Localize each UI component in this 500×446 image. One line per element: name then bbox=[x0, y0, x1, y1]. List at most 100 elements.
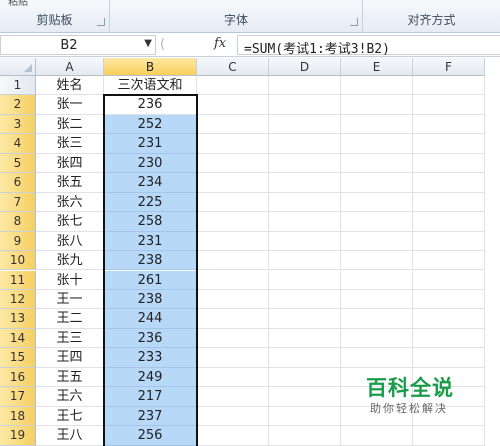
cell-f12[interactable] bbox=[413, 289, 485, 310]
cell-e12[interactable] bbox=[341, 289, 413, 310]
cell-b16[interactable]: 249 bbox=[104, 367, 197, 388]
dialog-launcher-icon[interactable] bbox=[97, 18, 105, 26]
cell-b15[interactable]: 233 bbox=[104, 348, 197, 368]
cell-b19[interactable]: 256 bbox=[104, 426, 197, 446]
row-header[interactable]: 11 bbox=[0, 270, 36, 290]
cell-f11[interactable] bbox=[413, 270, 485, 290]
cell-e10[interactable] bbox=[341, 251, 413, 271]
dialog-launcher-icon[interactable] bbox=[350, 18, 358, 26]
cell-a1[interactable]: 姓名 bbox=[36, 76, 104, 96]
cell-a4[interactable]: 张三 bbox=[36, 134, 104, 154]
cell-b5[interactable]: 230 bbox=[104, 153, 197, 174]
cell-d10[interactable] bbox=[269, 251, 341, 271]
cell-c4[interactable] bbox=[197, 134, 269, 154]
row-header[interactable]: 3 bbox=[0, 114, 36, 135]
cell-d12[interactable] bbox=[269, 289, 341, 310]
cell-e1[interactable] bbox=[341, 76, 413, 96]
row-header[interactable]: 10 bbox=[0, 251, 36, 271]
cell-b2[interactable]: 236 bbox=[104, 95, 197, 115]
cell-f5[interactable] bbox=[413, 153, 485, 174]
cell-d13[interactable] bbox=[269, 309, 341, 329]
cell-c7[interactable] bbox=[197, 192, 269, 213]
cell-c18[interactable] bbox=[197, 406, 269, 427]
cell-c3[interactable] bbox=[197, 114, 269, 135]
cell-f7[interactable] bbox=[413, 192, 485, 213]
cell-f1[interactable] bbox=[413, 76, 485, 96]
cell-d19[interactable] bbox=[269, 426, 341, 446]
cell-e6[interactable] bbox=[341, 173, 413, 193]
cell-c12[interactable] bbox=[197, 289, 269, 310]
cell-c13[interactable] bbox=[197, 309, 269, 329]
cell-a19[interactable]: 王八 bbox=[36, 426, 104, 446]
row-header[interactable]: 7 bbox=[0, 192, 36, 213]
cell-c8[interactable] bbox=[197, 212, 269, 232]
select-all-button[interactable] bbox=[0, 58, 36, 76]
column-header-d[interactable]: D bbox=[269, 58, 341, 76]
column-header-c[interactable]: C bbox=[197, 58, 269, 76]
cell-b1[interactable]: 三次语文和 bbox=[104, 76, 197, 96]
cell-b10[interactable]: 238 bbox=[104, 251, 197, 271]
cell-e7[interactable] bbox=[341, 192, 413, 213]
cell-d14[interactable] bbox=[269, 328, 341, 349]
cell-d2[interactable] bbox=[269, 95, 341, 115]
cell-b12[interactable]: 238 bbox=[104, 289, 197, 310]
cell-c10[interactable] bbox=[197, 251, 269, 271]
cell-c5[interactable] bbox=[197, 153, 269, 174]
cell-a11[interactable]: 张十 bbox=[36, 270, 104, 290]
cell-c14[interactable] bbox=[197, 328, 269, 349]
cell-a5[interactable]: 张四 bbox=[36, 153, 104, 174]
cell-e15[interactable] bbox=[341, 348, 413, 368]
cell-b8[interactable]: 258 bbox=[104, 212, 197, 232]
cell-c17[interactable] bbox=[197, 387, 269, 407]
cell-e4[interactable] bbox=[341, 134, 413, 154]
cell-a17[interactable]: 王六 bbox=[36, 387, 104, 407]
cell-f10[interactable] bbox=[413, 251, 485, 271]
cell-e19[interactable] bbox=[341, 426, 413, 446]
cell-b14[interactable]: 236 bbox=[104, 328, 197, 349]
cell-e14[interactable] bbox=[341, 328, 413, 349]
row-header[interactable]: 19 bbox=[0, 426, 36, 446]
column-header-a[interactable]: A bbox=[36, 58, 104, 76]
row-header[interactable]: 5 bbox=[0, 153, 36, 174]
cell-c15[interactable] bbox=[197, 348, 269, 368]
cell-f8[interactable] bbox=[413, 212, 485, 232]
cell-b6[interactable]: 234 bbox=[104, 173, 197, 193]
column-header-e[interactable]: E bbox=[341, 58, 413, 76]
cell-d9[interactable] bbox=[269, 231, 341, 252]
cell-f19[interactable] bbox=[413, 426, 485, 446]
cell-d3[interactable] bbox=[269, 114, 341, 135]
cell-d4[interactable] bbox=[269, 134, 341, 154]
cell-c1[interactable] bbox=[197, 76, 269, 96]
cell-a7[interactable]: 张六 bbox=[36, 192, 104, 213]
cell-c6[interactable] bbox=[197, 173, 269, 193]
cell-d8[interactable] bbox=[269, 212, 341, 232]
cell-b11[interactable]: 261 bbox=[104, 270, 197, 290]
cell-e11[interactable] bbox=[341, 270, 413, 290]
cell-b13[interactable]: 244 bbox=[104, 309, 197, 329]
cell-e3[interactable] bbox=[341, 114, 413, 135]
row-header[interactable]: 13 bbox=[0, 309, 36, 329]
row-header[interactable]: 9 bbox=[0, 231, 36, 252]
row-header[interactable]: 4 bbox=[0, 134, 36, 154]
row-header[interactable]: 17 bbox=[0, 387, 36, 407]
cell-b3[interactable]: 252 bbox=[104, 114, 197, 135]
cell-d11[interactable] bbox=[269, 270, 341, 290]
cell-a10[interactable]: 张九 bbox=[36, 251, 104, 271]
cell-f6[interactable] bbox=[413, 173, 485, 193]
cell-a3[interactable]: 张二 bbox=[36, 114, 104, 135]
column-header-f[interactable]: F bbox=[413, 58, 485, 76]
cell-d16[interactable] bbox=[269, 367, 341, 388]
cell-d15[interactable] bbox=[269, 348, 341, 368]
cell-f13[interactable] bbox=[413, 309, 485, 329]
cell-e13[interactable] bbox=[341, 309, 413, 329]
cell-d6[interactable] bbox=[269, 173, 341, 193]
formula-input[interactable]: =SUM(考试1:考试3!B2) bbox=[237, 35, 500, 57]
cell-a2[interactable]: 张一 bbox=[36, 95, 104, 115]
cell-a13[interactable]: 王二 bbox=[36, 309, 104, 329]
cell-c2[interactable] bbox=[197, 95, 269, 115]
cell-a12[interactable]: 王一 bbox=[36, 289, 104, 310]
row-header[interactable]: 15 bbox=[0, 348, 36, 368]
cell-a8[interactable]: 张七 bbox=[36, 212, 104, 232]
row-header[interactable]: 18 bbox=[0, 406, 36, 427]
cell-a6[interactable]: 张五 bbox=[36, 173, 104, 193]
